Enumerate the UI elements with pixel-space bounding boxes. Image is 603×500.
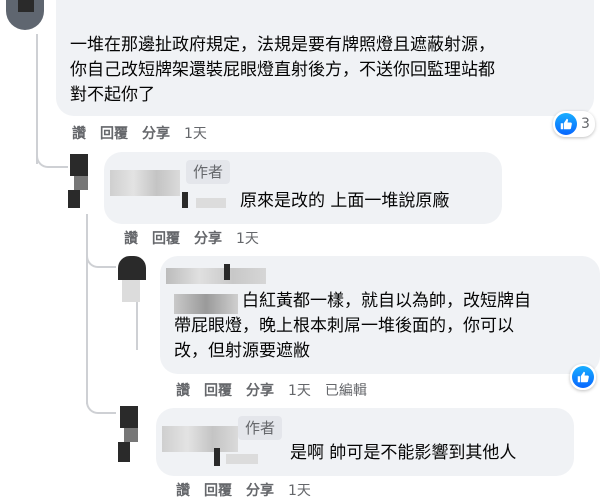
avatar[interactable] [116, 256, 150, 306]
reply-button[interactable]: 回覆 [152, 228, 180, 248]
reply-button[interactable]: 回覆 [100, 123, 128, 143]
reply-button[interactable]: 回覆 [204, 380, 232, 400]
reaction-summary[interactable] [570, 364, 596, 390]
thread-line-main [36, 34, 38, 164]
edited-label[interactable]: 已編輯 [325, 380, 367, 400]
avatar-pixel [118, 256, 146, 280]
name-pixel [214, 448, 220, 466]
reply-bubble: 白紅黃都一樣，就自以為帥，改短牌自 帶屁眼燈，晚上根本刺屌一堆後面的，你可以 改… [160, 256, 600, 374]
avatar-pixel [118, 442, 130, 462]
share-button[interactable]: 分享 [246, 480, 274, 500]
timestamp[interactable]: 1天 [184, 123, 207, 143]
reply-button[interactable]: 回覆 [204, 480, 232, 500]
comment-actions: 讚回覆 分享 1天 [124, 228, 273, 248]
name-pixel [182, 192, 188, 208]
reply-bubble: 作者 是啊 帥可是不能影響到其他人 [156, 408, 574, 476]
thread-line-elbow [36, 146, 68, 168]
like-icon [572, 366, 594, 388]
comment-text-line: 帶屁眼燈，晚上根本刺屌一堆後面的，你可以 [174, 316, 514, 336]
like-button[interactable]: 讚 [176, 480, 190, 500]
share-button[interactable]: 分享 [142, 123, 170, 143]
name-pixel [224, 264, 230, 280]
comment-actions: 讚回覆 分享 1天 [176, 480, 325, 500]
comment-text-line: 你自己改短牌架還裝屁眼燈直射後方，不送你回監理站都 [70, 60, 495, 80]
thread-line-nested [86, 214, 88, 404]
comment-actions: 讚回覆 分享 1天 [72, 123, 221, 143]
author-badge: 作者 [186, 160, 231, 184]
avatar-pixel [18, 0, 34, 12]
timestamp[interactable]: 1天 [288, 380, 311, 400]
like-button[interactable]: 讚 [72, 123, 86, 143]
comment-text: 是啊 帥可是不能影響到其他人 [290, 443, 517, 463]
comment-text: 原來是改的 上面一堆說原廠 [240, 191, 450, 211]
comment-text: 白紅黃都一樣，就自以為帥，改短牌自 [242, 289, 531, 314]
like-button[interactable]: 讚 [124, 228, 138, 248]
avatar-pixel [70, 154, 88, 176]
avatar-pixel [124, 428, 138, 442]
author-badge: 作者 [238, 416, 283, 440]
comment-text-line: 改，但射源要遮敝 [174, 341, 310, 361]
comment-text-line: 白紅黃都一樣，就自以為帥，改短牌自 [242, 291, 531, 311]
avatar-pixel [120, 406, 138, 428]
avatar-pixel [68, 190, 80, 208]
timestamp[interactable]: 1天 [236, 228, 259, 248]
reply-bubble: 作者 原來是改的 上面一堆說原廠 [104, 152, 502, 224]
comment-bubble: 一堆在那邊扯政府規定，法規是要有牌照燈且遮蔽射源， 你自己改短牌架還裝屁眼燈直射… [56, 0, 594, 116]
avatar[interactable] [6, 0, 44, 30]
share-button[interactable]: 分享 [194, 228, 222, 248]
thread-line-elbow-2 [86, 250, 116, 268]
comment-text-line: 一堆在那邊扯政府規定，法規是要有牌照燈且遮蔽射源， [70, 35, 495, 55]
like-button[interactable]: 讚 [176, 380, 190, 400]
comment-actions: 讚回覆 分享 1天 已編輯 [176, 380, 381, 400]
comment-text: 一堆在那邊扯政府規定，法規是要有牌照燈且遮蔽射源， 你自己改短牌架還裝屁眼燈直射… [70, 33, 495, 108]
commenter-name-blurred[interactable] [166, 268, 266, 284]
timestamp[interactable]: 1天 [288, 480, 311, 500]
reaction-count: 3 [581, 116, 590, 132]
commenter-name-blurred[interactable] [162, 426, 238, 452]
share-button[interactable]: 分享 [246, 380, 274, 400]
comment-text-line: 對不起你了 [70, 85, 155, 105]
name-pixel [226, 454, 258, 464]
name-pixel [196, 198, 226, 208]
avatar-pixel [74, 176, 88, 190]
name-blurred-inline [174, 294, 238, 314]
avatar[interactable] [66, 154, 96, 210]
thread-line-elbow-3 [86, 396, 116, 414]
comment-text: 帶屁眼燈，晚上根本刺屌一堆後面的，你可以 改，但射源要遮敝 [174, 314, 514, 364]
avatar-pixel [122, 280, 140, 302]
avatar[interactable] [116, 406, 146, 464]
commenter-name-blurred[interactable] [110, 170, 180, 196]
like-icon [555, 113, 577, 135]
reaction-summary[interactable]: 3 [553, 111, 595, 137]
